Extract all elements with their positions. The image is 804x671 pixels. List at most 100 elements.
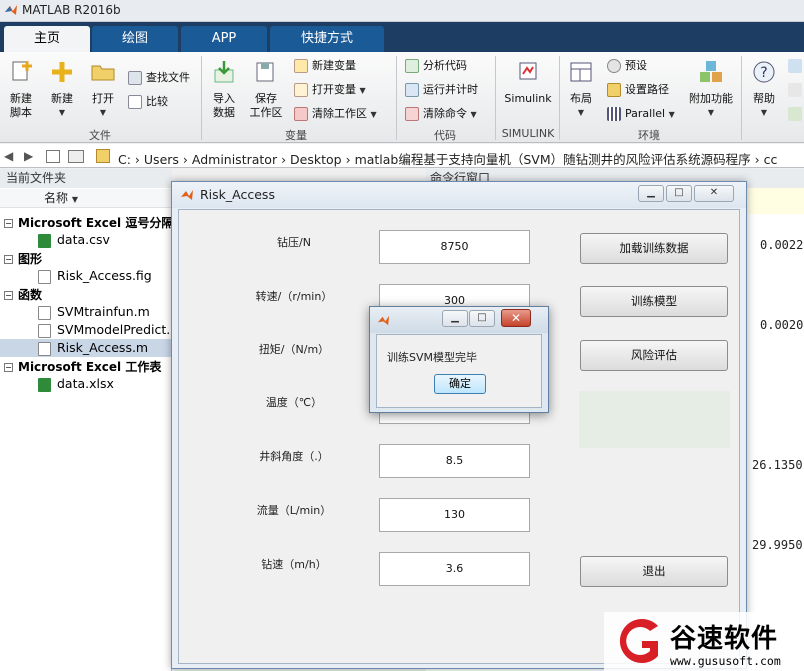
save-icon bbox=[256, 62, 274, 82]
file-item[interactable]: SVMtrainfun.m bbox=[38, 303, 150, 321]
open-variable-button[interactable]: 打开变量 ▼ bbox=[294, 80, 366, 100]
sort-arrow-icon: ▼ bbox=[71, 195, 78, 204]
tab-plots[interactable]: 绘图 bbox=[92, 26, 178, 52]
minimize-button[interactable]: ▁ bbox=[442, 310, 468, 327]
parallel-button[interactable]: Parallel ▼ bbox=[607, 104, 675, 124]
section-xlsx[interactable]: − Microsoft Excel 工作表 bbox=[4, 358, 161, 375]
exit-button[interactable]: 退出 bbox=[580, 556, 728, 587]
dropdown-arrow-icon: ▼ bbox=[668, 110, 675, 119]
clear-commands-icon bbox=[405, 107, 419, 121]
new-label: 新建 bbox=[51, 92, 73, 105]
parallel-icon bbox=[607, 107, 621, 121]
dropdown-arrow-icon: ▼ bbox=[370, 110, 377, 119]
file-item[interactable]: SVMmodelPredict.m bbox=[38, 321, 182, 339]
back-arrow-icon[interactable]: ◀ bbox=[4, 149, 13, 163]
maximize-button[interactable]: □ bbox=[469, 310, 495, 327]
new-variable-button[interactable]: 新建变量 bbox=[294, 56, 356, 76]
file-item[interactable]: data.xlsx bbox=[38, 375, 114, 393]
community-icon[interactable] bbox=[788, 56, 804, 76]
run-and-time-button[interactable]: 运行并计时 bbox=[405, 80, 478, 100]
breadcrumb-item[interactable]: Users bbox=[144, 152, 179, 167]
file-item-selected[interactable]: Risk_Access.m bbox=[0, 339, 172, 357]
dropdown-arrow-icon: ▼ bbox=[707, 108, 715, 117]
folder-icon bbox=[96, 149, 110, 163]
section-label: 函数 bbox=[18, 288, 43, 302]
input-weight-on-bit[interactable]: 8750 bbox=[379, 230, 530, 264]
close-button[interactable]: ✕ bbox=[694, 185, 734, 202]
learn-icon[interactable] bbox=[788, 104, 804, 124]
compare-label: 比较 bbox=[146, 95, 168, 108]
set-path-button[interactable]: 设置路径 bbox=[607, 80, 669, 100]
breadcrumb-item[interactable]: cc bbox=[764, 152, 778, 167]
file-item[interactable]: Risk_Access.fig bbox=[38, 267, 152, 285]
name-column-label: 名称 bbox=[44, 191, 69, 205]
ok-button[interactable]: 确定 bbox=[434, 374, 486, 394]
collapse-icon[interactable]: − bbox=[4, 219, 13, 228]
breadcrumb-item[interactable]: Administrator bbox=[192, 152, 277, 167]
matlab-logo-icon bbox=[181, 190, 193, 200]
message-box: ▁ □ ✕ 训练SVM模型完毕 确定 bbox=[369, 306, 549, 413]
collapse-icon[interactable]: − bbox=[4, 291, 13, 300]
tab-apps[interactable]: APP bbox=[181, 26, 267, 52]
ribbon-divider bbox=[741, 56, 742, 140]
app-title-bar: MATLAB R2016b bbox=[0, 0, 804, 22]
section-label: 图形 bbox=[18, 252, 43, 266]
message-box-title-bar[interactable]: ▁ □ ✕ bbox=[370, 307, 548, 333]
tab-home[interactable]: 主页 bbox=[4, 26, 90, 52]
maximize-button[interactable]: □ bbox=[666, 185, 692, 202]
ribbon-tab-bar: 主页 绘图 APP 快捷方式 bbox=[0, 22, 804, 52]
close-button[interactable]: ✕ bbox=[501, 309, 531, 327]
save-workspace-button[interactable]: 保存 工作区 bbox=[246, 60, 286, 120]
m-file-icon bbox=[38, 341, 51, 356]
section-functions[interactable]: − 函数 bbox=[4, 286, 42, 303]
group-simulink-label: SIMULINK bbox=[501, 127, 555, 140]
up-folder-icon[interactable] bbox=[46, 150, 60, 163]
addons-button[interactable]: 附加功能 ▼ bbox=[687, 60, 735, 120]
forward-arrow-icon[interactable]: ▶ bbox=[24, 149, 33, 163]
input-inclination[interactable]: 8.5 bbox=[379, 444, 530, 478]
section-figures[interactable]: − 图形 bbox=[4, 250, 42, 267]
open-button[interactable]: 打开 ▼ bbox=[86, 60, 120, 120]
clear-workspace-icon bbox=[294, 107, 308, 121]
find-files-button[interactable]: 查找文件 bbox=[128, 68, 190, 88]
load-training-data-button[interactable]: 加载训练数据 bbox=[580, 233, 728, 264]
simulink-button[interactable]: Simulink bbox=[502, 60, 554, 106]
new-script-button[interactable]: 新建 脚本 bbox=[4, 60, 38, 120]
input-rate-of-penetration[interactable]: 3.6 bbox=[379, 552, 530, 586]
support-icon[interactable] bbox=[788, 80, 804, 100]
dropdown-arrow-icon: ▼ bbox=[58, 108, 66, 117]
group-variable-label: 变量 bbox=[285, 129, 307, 142]
section-csv[interactable]: − Microsoft Excel 逗号分隔值 bbox=[4, 214, 185, 231]
window-title-bar[interactable]: Risk_Access ▁ □ ✕ bbox=[172, 182, 746, 208]
support-icon-glyph bbox=[788, 83, 802, 97]
breadcrumb-item[interactable]: Desktop bbox=[290, 152, 342, 167]
risk-assessment-button[interactable]: 风险评估 bbox=[580, 340, 728, 371]
folder-open-icon bbox=[91, 65, 115, 81]
layout-button[interactable]: 布局 ▼ bbox=[564, 60, 598, 120]
clear-commands-button[interactable]: 清除命令 ▼ bbox=[405, 104, 477, 124]
new-variable-icon bbox=[294, 59, 308, 73]
import-data-button[interactable]: 导入 数据 bbox=[206, 60, 242, 120]
analyze-code-button[interactable]: 分析代码 bbox=[405, 56, 467, 76]
ribbon-divider bbox=[201, 56, 202, 140]
preferences-button[interactable]: 预设 bbox=[607, 56, 647, 76]
collapse-icon[interactable]: − bbox=[4, 363, 13, 372]
group-code-label: 代码 bbox=[434, 129, 456, 142]
new-button[interactable]: 新建 ▼ bbox=[44, 60, 80, 120]
browse-folder-icon[interactable] bbox=[68, 150, 84, 163]
set-path-label: 设置路径 bbox=[625, 83, 669, 96]
minimize-button[interactable]: ▁ bbox=[638, 185, 664, 202]
breadcrumb[interactable]: C: › Users › Administrator › Desktop › m… bbox=[118, 149, 777, 168]
breadcrumb-item[interactable]: C: bbox=[118, 152, 131, 167]
input-flow-rate[interactable]: 130 bbox=[379, 498, 530, 532]
breadcrumb-item[interactable]: matlab编程基于支持向量机（SVM）随钻测井的风险评估系统源码程序 bbox=[355, 152, 751, 167]
clear-workspace-button[interactable]: 清除工作区 ▼ bbox=[294, 104, 377, 124]
help-button[interactable]: ? 帮助 ▼ bbox=[748, 60, 780, 120]
name-column-header[interactable]: 名称 ▼ bbox=[0, 189, 172, 208]
compare-button[interactable]: 比较 bbox=[128, 92, 168, 112]
train-model-button[interactable]: 训练模型 bbox=[580, 286, 728, 317]
file-item[interactable]: data.csv bbox=[38, 231, 110, 249]
collapse-icon[interactable]: − bbox=[4, 255, 13, 264]
tab-shortcuts[interactable]: 快捷方式 bbox=[270, 26, 384, 52]
file-name: SVMmodelPredict.m bbox=[57, 322, 183, 337]
